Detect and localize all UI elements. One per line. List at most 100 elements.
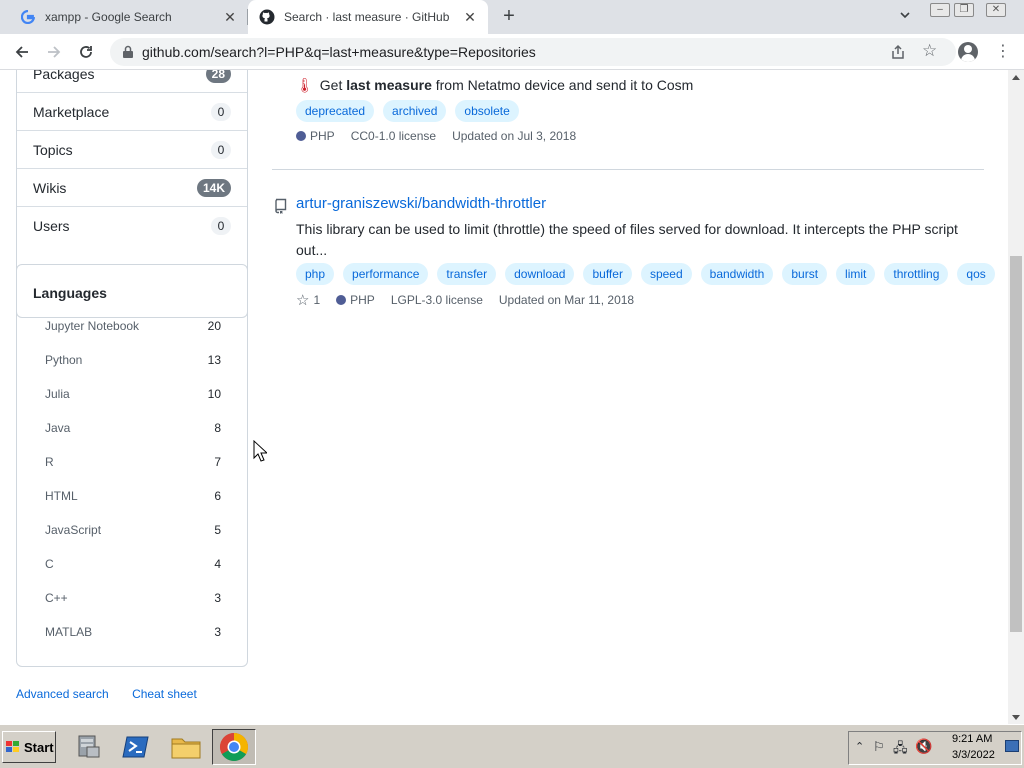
language-label: Julia <box>45 387 70 401</box>
language-label: C <box>45 557 54 571</box>
tab-title: Search · last measure · GitHub <box>284 10 450 24</box>
page-scrollbar[interactable] <box>1008 70 1024 724</box>
language-label: Python <box>45 353 83 367</box>
topic-tag[interactable]: qos <box>957 263 995 285</box>
page-viewport: Packages 28 Marketplace 0 Topics 0 Wikis… <box>0 70 1008 724</box>
language-item-jupyter-notebook[interactable]: Jupyter Notebook 20 <box>45 316 221 336</box>
language-label: C++ <box>45 591 68 605</box>
clock-date[interactable]: 3/3/2022 <box>952 749 995 761</box>
topic-tag[interactable]: bandwidth <box>700 263 774 285</box>
language-item-c[interactable]: C4 <box>45 554 221 574</box>
scrollbar-thumb[interactable] <box>1010 256 1022 632</box>
language-count: 4 <box>214 557 221 571</box>
window-close-icon[interactable]: ✕ <box>986 3 1006 17</box>
language-color-dot <box>336 295 347 305</box>
system-tray: ⌃ ⚐ 🖧 🔇 <box>848 731 1022 765</box>
forward-arrow-icon[interactable] <box>42 40 66 64</box>
advanced-search-link[interactable]: Advanced search <box>16 687 109 701</box>
language-count: 8 <box>214 421 221 435</box>
repo-updated: Updated on Mar 11, 2018 <box>498 293 635 307</box>
clock-time[interactable]: 9:21 AM <box>952 733 992 745</box>
start-label: Start <box>24 739 54 755</box>
powershell-icon[interactable] <box>114 729 158 765</box>
url-text[interactable]: github.com/search?l=PHP&q=last+measure&t… <box>142 44 536 60</box>
address-bar[interactable]: github.com/search?l=PHP&q=last+measure&t… <box>110 38 956 66</box>
language-item-matlab[interactable]: MATLAB 3 <box>45 622 221 642</box>
language-item-javascript[interactable]: JavaScript 5 <box>45 520 221 540</box>
language-label: Java <box>45 421 71 435</box>
languages-filter: Languages Jupyter Notebook 20 Python 13 Ju… <box>16 264 248 667</box>
volume-muted-icon[interactable]: 🔇 <box>915 738 932 755</box>
maximize-icon[interactable]: ❐ <box>954 3 974 17</box>
tab-google-search[interactable]: xampp - Google Search ✕ <box>0 0 248 34</box>
tab-github-search[interactable]: Search · last measure · GitHub ✕ <box>248 0 488 34</box>
topic-tag[interactable]: performance <box>343 263 429 285</box>
file-explorer-icon[interactable] <box>164 729 208 765</box>
count-badge: 0 <box>211 140 231 159</box>
topic-tag[interactable]: speed <box>640 263 692 285</box>
new-tab-icon[interactable]: + <box>498 5 520 27</box>
languages-heading: Languages <box>33 285 107 301</box>
language-label: JavaScript <box>45 523 102 537</box>
filter-wikis[interactable]: Wikis 14K <box>17 169 247 207</box>
language-label: HTML <box>45 489 78 503</box>
repo-title-link[interactable]: artur-graniszewski/bandwidth-throttler <box>296 195 546 212</box>
server-manager-icon[interactable] <box>66 729 110 765</box>
filter-users[interactable]: Users 0 <box>17 207 247 245</box>
scroll-down-arrow-icon[interactable] <box>1012 715 1020 720</box>
count-badge: 14K <box>196 178 231 197</box>
close-tab-icon[interactable]: ✕ <box>462 9 478 25</box>
show-desktop-icon[interactable] <box>1005 740 1019 752</box>
lock-icon[interactable] <box>122 45 136 59</box>
language-item-java[interactable]: Java 8 <box>45 418 221 438</box>
topic-tag[interactable]: transfer <box>437 263 497 285</box>
bookmark-star-icon[interactable]: ☆ <box>922 42 940 60</box>
menu-kebab-icon[interactable]: ⋮ <box>995 42 1011 62</box>
filter-label: Topics <box>33 141 73 158</box>
chrome-taskbar-icon[interactable] <box>212 729 256 765</box>
tab-strip: xampp - Google Search ✕ Search · last me… <box>0 0 1024 34</box>
language-item-cpp[interactable]: C++ 3 <box>45 588 221 608</box>
topic-tag[interactable]: throttling <box>884 263 949 285</box>
cheat-sheet-link[interactable]: Cheat sheet <box>132 687 197 701</box>
topic-list: php performance transfer download buffer… <box>296 263 995 285</box>
reload-icon[interactable] <box>74 40 98 64</box>
language-count: 3 <box>214 591 221 605</box>
language-item-r[interactable]: R7 <box>45 452 221 472</box>
close-tab-icon[interactable]: ✕ <box>222 9 238 25</box>
language-item-python[interactable]: Python 13 <box>45 350 221 370</box>
tab-search-chevron-icon[interactable] <box>896 8 914 26</box>
share-icon[interactable] <box>890 44 906 60</box>
start-button[interactable]: Start <box>2 731 56 763</box>
repo-meta: ☆ 1 PHP LGPL-3.0 license Updated on Mar … <box>296 291 634 309</box>
language-item-julia[interactable]: Julia 10 <box>45 384 221 404</box>
language-label: MATLAB <box>45 625 93 639</box>
repo-language: PHP <box>350 293 375 307</box>
topic-tag[interactable]: burst <box>782 263 828 285</box>
filter-marketplace[interactable]: Marketplace 0 <box>17 93 247 131</box>
topic-tag[interactable]: download <box>505 263 575 285</box>
topic-tag[interactable]: limit <box>836 263 876 285</box>
search-help-links: Advanced search Cheat sheet <box>16 687 217 701</box>
action-center-flag-icon[interactable]: ⚐ <box>873 739 885 755</box>
filter-packages[interactable]: Packages 28 <box>17 70 247 93</box>
scroll-up-arrow-icon[interactable] <box>1012 75 1020 80</box>
filter-label: Users <box>33 218 70 234</box>
back-arrow-icon[interactable] <box>10 40 34 64</box>
show-hidden-icons-icon[interactable]: ⌃ <box>855 740 864 753</box>
profile-avatar-icon[interactable] <box>958 42 978 62</box>
filter-label: Wikis <box>33 179 67 196</box>
language-item-html[interactable]: HTML 6 <box>45 486 221 506</box>
language-count: 6 <box>214 489 221 503</box>
tab-title: xampp - Google Search <box>45 10 172 24</box>
google-icon <box>20 9 36 25</box>
network-icon[interactable]: 🖧 <box>893 739 908 761</box>
star-icon[interactable]: ☆ <box>296 291 309 309</box>
topic-tag[interactable]: php <box>296 263 335 285</box>
topic-tag[interactable]: buffer <box>583 263 632 285</box>
language-count: 10 <box>207 387 221 401</box>
star-count[interactable]: 1 <box>313 293 320 307</box>
minimize-icon[interactable]: – <box>930 3 950 17</box>
filter-topics[interactable]: Topics 0 <box>17 131 247 169</box>
language-label: R <box>45 455 54 469</box>
